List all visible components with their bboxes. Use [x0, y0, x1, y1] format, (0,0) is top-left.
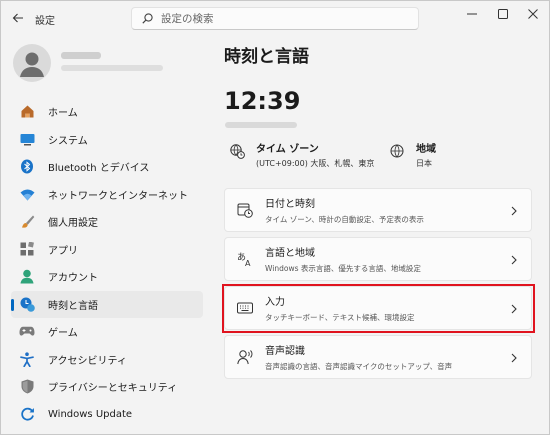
close-button[interactable] [521, 6, 545, 22]
system-icon [19, 131, 35, 147]
maximize-button[interactable] [491, 6, 515, 22]
account-icon [19, 269, 35, 285]
card-subtitle: タッチキーボード、テキスト候補、環境設定 [265, 313, 415, 322]
card-speech[interactable]: 音声認識 音声認識の言語、音声認識マイクのセットアップ、音声 [224, 335, 532, 379]
chevron-right-icon [509, 254, 519, 266]
page-title: 時刻と言語 [224, 47, 309, 67]
sidebar-item-accounts[interactable]: アカウント [11, 263, 203, 291]
keyboard-icon [236, 299, 254, 317]
timezone-value: (UTC+09:00) 大阪、札幌、東京 [256, 159, 375, 168]
close-icon [528, 9, 538, 19]
sidebar-item-time-language[interactable]: 時刻と言語 [11, 290, 203, 318]
settings-window: 設定 ホーム [0, 0, 550, 435]
search-box[interactable] [131, 7, 419, 30]
card-language-region[interactable]: あA 言語と地域 Windows 表示言語、優先する言語、地域設定 [224, 237, 532, 281]
globe-icon [390, 144, 406, 160]
time-language-icon [19, 296, 35, 312]
accessibility-icon [19, 351, 35, 367]
date-redacted [225, 122, 297, 128]
brush-icon [19, 214, 35, 230]
search-icon [142, 13, 153, 24]
sidebar-item-gaming[interactable]: ゲーム [11, 318, 203, 346]
card-subtitle: 音声認識の言語、音声認識マイクのセットアップ、音声 [265, 362, 453, 371]
maximize-icon [498, 9, 508, 19]
back-button[interactable] [9, 9, 27, 27]
minimize-icon [467, 13, 477, 15]
sidebar-item-apps[interactable]: アプリ [11, 236, 203, 264]
sidebar-item-accessibility[interactable]: アクセシビリティ [11, 346, 203, 374]
sidebar-item-system[interactable]: システム [11, 126, 203, 154]
sidebar-item-bluetooth[interactable]: Bluetooth とデバイス [11, 153, 203, 181]
card-subtitle: Windows 表示言語、優先する言語、地域設定 [265, 264, 421, 273]
sidebar-item-network[interactable]: ネットワークとインターネット [11, 181, 203, 209]
back-arrow-icon [12, 13, 23, 23]
chevron-right-icon [509, 205, 519, 217]
current-time: 12:39 [224, 87, 301, 115]
region-title: 地域 [416, 144, 436, 155]
card-title: 入力 [265, 297, 285, 308]
shield-icon [19, 379, 35, 395]
home-icon [19, 104, 35, 120]
bluetooth-icon [19, 159, 35, 175]
card-title: 言語と地域 [265, 248, 315, 259]
timezone-info: タイム ゾーン (UTC+09:00) 大阪、札幌、東京 [230, 140, 374, 169]
sidebar-item-privacy[interactable]: プライバシーとセキュリティ [11, 373, 203, 401]
card-subtitle: タイム ゾーン、時計の自動設定、予定表の表示 [265, 215, 424, 224]
region-info: 地域 日本 [390, 140, 436, 169]
calendar-clock-icon [236, 201, 254, 219]
card-title: 日付と時刻 [265, 199, 315, 210]
apps-icon [19, 241, 35, 257]
sidebar-item-home[interactable]: ホーム [11, 98, 203, 126]
wifi-icon [19, 186, 35, 202]
timezone-title: タイム ゾーン [256, 144, 319, 155]
user-avatar-icon [20, 52, 44, 77]
search-input[interactable] [161, 12, 401, 25]
windows-update-icon [19, 406, 35, 422]
minimize-button[interactable] [460, 6, 484, 22]
region-value: 日本 [416, 159, 432, 168]
profile-name-redacted [61, 52, 101, 59]
speech-icon [236, 348, 254, 366]
svg-text:A: A [245, 259, 251, 267]
profile-email-redacted [61, 65, 163, 71]
avatar[interactable] [13, 44, 51, 82]
sidebar-nav: ホーム システム Bluetooth とデバイス ネットワークとインターネット … [11, 98, 203, 428]
chevron-right-icon [509, 352, 519, 364]
timezone-globe-clock-icon [230, 144, 246, 160]
card-title: 音声認識 [265, 346, 305, 357]
title-bar: 設定 [1, 1, 549, 35]
app-title: 設定 [35, 16, 55, 27]
gamepad-icon [19, 324, 35, 340]
sidebar-item-windows-update[interactable]: Windows Update [11, 401, 203, 429]
sidebar-item-personalization[interactable]: 個人用設定 [11, 208, 203, 236]
card-typing[interactable]: 入力 タッチキーボード、テキスト候補、環境設定 [224, 286, 532, 330]
language-icon: あA [236, 250, 254, 268]
card-date-time[interactable]: 日付と時刻 タイム ゾーン、時計の自動設定、予定表の表示 [224, 188, 532, 232]
chevron-right-icon [509, 303, 519, 315]
